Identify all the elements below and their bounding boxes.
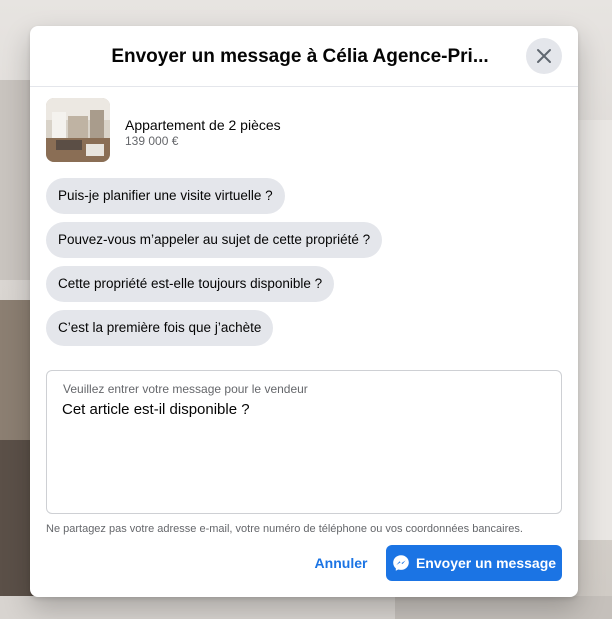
dialog-title: Envoyer un message à Célia Agence-Pri... (111, 46, 489, 67)
messenger-icon (392, 554, 410, 572)
backdrop-layer (395, 596, 612, 619)
message-field-label: Veuillez entrer votre message pour le ve… (63, 382, 308, 396)
send-message-label: Envoyer un message (415, 555, 557, 571)
privacy-disclaimer: Ne partagez pas votre adresse e-mail, vo… (46, 523, 523, 535)
suggestion-chip[interactable]: Pouvez-vous m’appeler au sujet de cette … (46, 222, 383, 258)
listing-title[interactable]: Appartement de 2 pièces (125, 117, 281, 133)
suggestion-chip[interactable]: Cette propriété est-elle toujours dispon… (46, 266, 335, 302)
listing-summary: Appartement de 2 pièces 139 000 € (46, 98, 562, 162)
close-button[interactable] (526, 38, 562, 74)
listing-thumbnail[interactable] (46, 98, 110, 162)
message-textarea[interactable]: Cet article est-il disponible ? (62, 401, 547, 501)
backdrop-layer (575, 120, 612, 540)
send-message-button[interactable]: Envoyer un message (386, 545, 562, 581)
dialog-header: Envoyer un message à Célia Agence-Pri... (30, 26, 578, 87)
message-field[interactable]: Veuillez entrer votre message pour le ve… (46, 370, 562, 514)
listing-price: 139 000 € (125, 134, 179, 148)
suggestion-chip[interactable]: Puis-je planifier une visite virtuelle ? (46, 178, 285, 214)
message-dialog: Envoyer un message à Célia Agence-Pri... (30, 26, 578, 597)
cancel-button[interactable]: Annuler (306, 545, 376, 581)
close-icon (534, 46, 554, 66)
suggestion-chip[interactable]: C’est la première fois que j’achète (46, 310, 274, 346)
